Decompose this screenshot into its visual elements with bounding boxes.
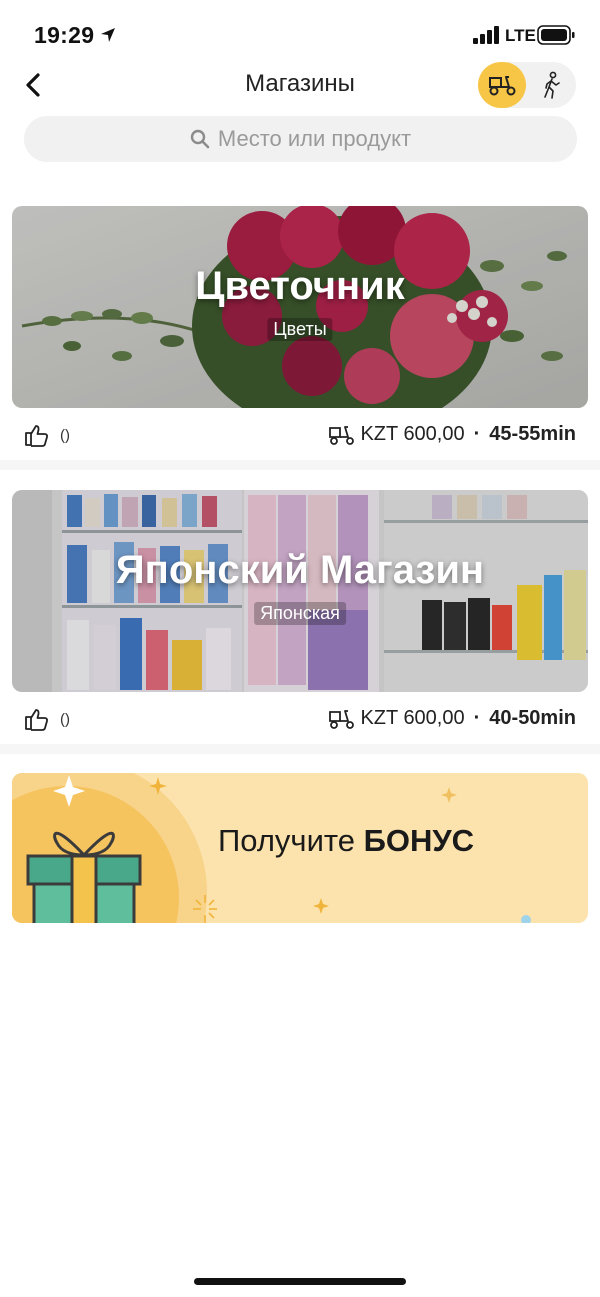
bonus-text: Получите БОНУС: [218, 823, 474, 859]
status-time: 19:29: [34, 22, 95, 48]
signal-strength-icon: [473, 26, 499, 44]
store-card-flowers[interactable]: Цветочник Цветы: [12, 206, 588, 408]
store-category: Цветы: [267, 318, 333, 341]
store-name: Японский Магазин: [115, 548, 485, 592]
bonus-text-prefix: Получите: [218, 823, 364, 858]
delivery-mode-button[interactable]: [478, 62, 526, 108]
delivery-fee: KZT 600,00: [360, 707, 465, 729]
store-category: Японская: [254, 602, 346, 625]
scooter-icon: [489, 76, 516, 96]
store-meta-row: () KZT 600,00 · 40-50min: [0, 699, 600, 739]
delivery-eta: 40-50min: [489, 707, 576, 729]
delivery-fee: KZT 600,00: [360, 423, 465, 445]
location-arrow-icon: [101, 28, 115, 42]
pickup-mode-button[interactable]: [528, 62, 576, 108]
bonus-banner[interactable]: Получите БОНУС: [12, 773, 588, 923]
separator-dot: ·: [473, 423, 481, 445]
delivery-info: KZT 600,00 · 40-50min: [328, 707, 576, 730]
delivery-mode-toggle: [478, 62, 576, 108]
thumbs-up-icon[interactable]: [24, 423, 50, 447]
scooter-icon: [329, 425, 355, 445]
thumbs-up-icon[interactable]: [24, 707, 50, 731]
delivery-eta: 45-55min: [489, 423, 576, 445]
home-indicator[interactable]: [194, 1278, 406, 1285]
search-input[interactable]: Место или продукт: [24, 116, 577, 162]
store-name: Цветочник: [195, 264, 405, 308]
network-type: LTE: [505, 26, 536, 45]
separator-dot: ·: [473, 707, 481, 729]
bonus-text-emphasis: БОНУС: [363, 823, 475, 858]
store-meta-row: () KZT 600,00 · 45-55min: [0, 415, 600, 455]
search-placeholder: Место или продукт: [217, 126, 412, 151]
like-count: (): [60, 427, 70, 444]
scooter-icon: [329, 709, 355, 729]
header: Магазины: [0, 60, 600, 110]
search-icon: [190, 129, 210, 149]
like-count: (): [60, 711, 70, 728]
delivery-info: KZT 600,00 · 45-55min: [328, 423, 576, 446]
walking-person-icon: [544, 71, 560, 99]
section-divider: [0, 460, 600, 470]
section-divider: [0, 744, 600, 754]
store-card-japanese[interactable]: Японский Магазин Японская: [12, 490, 588, 692]
battery-icon: [537, 25, 575, 45]
